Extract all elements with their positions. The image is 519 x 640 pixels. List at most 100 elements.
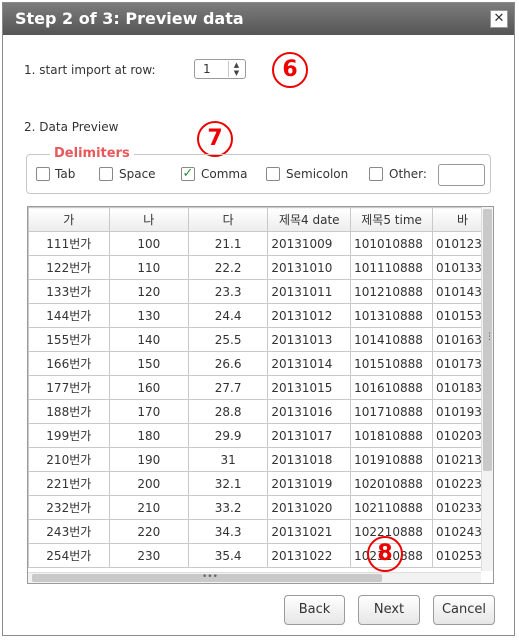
close-button[interactable]: ✕ — [490, 10, 508, 28]
spinner-up-icon[interactable]: ▲ — [229, 61, 244, 69]
table-cell: 32.1 — [187, 471, 269, 496]
callout-8: 8 — [367, 536, 403, 572]
horizontal-scrollbar[interactable]: ••• — [28, 572, 481, 583]
table-row: 232번가 210 33.2 20131020 102110888 010233 — [28, 495, 493, 520]
comma-checkbox[interactable]: ✓ — [181, 167, 195, 181]
table-cell: 130 — [108, 303, 189, 328]
data-preview-grid[interactable]: 가 나 다 제목4 date 제목5 time 바 111번가 100 21.1 2013100… — [27, 206, 494, 584]
horizontal-grip-icon: ••• — [202, 572, 218, 582]
checkmark-icon: ✓ — [182, 166, 194, 181]
table-cell: 20131010 — [267, 255, 352, 280]
table-cell: 101010888 — [350, 231, 434, 256]
table-row: 133번가 120 23.3 20131011 101210888 010143 — [28, 279, 493, 304]
table-cell: 21.1 — [187, 231, 269, 256]
table-cell: 144번가 — [28, 303, 110, 328]
table-cell: 33.2 — [187, 495, 269, 520]
table-cell: 101110888 — [350, 255, 434, 280]
table-cell: 180 — [108, 423, 189, 448]
callout-7: 7 — [197, 121, 233, 157]
table-cell: 101610888 — [350, 375, 434, 400]
table-cell: 20131016 — [267, 399, 352, 424]
table-cell: 150 — [108, 351, 189, 376]
table-cell: 232번가 — [28, 495, 110, 520]
space-label: Space — [119, 167, 156, 181]
table-cell: 20131012 — [267, 303, 352, 328]
table-cell: 20131009 — [267, 231, 352, 256]
table-cell: 20131021 — [267, 519, 352, 544]
start-row-label: 1. start import at row: — [24, 63, 156, 77]
table-cell: 101510888 — [350, 351, 434, 376]
table-cell: 23.3 — [187, 279, 269, 304]
other-label: Other: — [389, 167, 427, 181]
table-cell: 221번가 — [28, 471, 110, 496]
semicolon-checkbox[interactable] — [266, 167, 280, 181]
cancel-button[interactable]: Cancel — [433, 595, 495, 625]
data-preview-label: 2. Data Preview — [24, 120, 119, 134]
table-row: 122번가 110 22.2 20131010 101110888 010133 — [28, 255, 493, 280]
table-cell: 110 — [108, 255, 189, 280]
semicolon-label: Semicolon — [286, 167, 349, 181]
table-cell: 140 — [108, 327, 189, 352]
table-cell: 133번가 — [28, 279, 110, 304]
spinner-buttons: ▲ ▼ — [228, 61, 244, 77]
table-row: 254번가 230 35.4 20131022 102310888 010253 — [28, 543, 493, 568]
table-cell: 100 — [108, 231, 189, 256]
table-cell: 101410888 — [350, 327, 434, 352]
table-cell: 20131017 — [267, 423, 352, 448]
title-bar: Step 2 of 3: Preview data ✕ — [3, 3, 514, 35]
table-row: 155번가 140 25.5 20131013 101410888 010163 — [28, 327, 493, 352]
table-cell: 101310888 — [350, 303, 434, 328]
vertical-scrollbar[interactable]: ⋮ — [481, 207, 494, 571]
table-cell: 20131015 — [267, 375, 352, 400]
table-cell: 20131018 — [267, 447, 352, 472]
table-cell: 20131014 — [267, 351, 352, 376]
tab-checkbox[interactable] — [36, 167, 50, 181]
table-row: 243번가 220 34.3 20131021 102210888 010243 — [28, 519, 493, 544]
table-cell: 27.7 — [187, 375, 269, 400]
table-cell: 220 — [108, 519, 189, 544]
space-checkbox[interactable] — [99, 167, 113, 181]
table-cell: 28.8 — [187, 399, 269, 424]
table-cell: 102110888 — [350, 495, 434, 520]
table-cell: 155번가 — [28, 327, 110, 352]
table-cell: 210번가 — [28, 447, 110, 472]
table-cell: 101710888 — [350, 399, 434, 424]
table-cell: 200 — [108, 471, 189, 496]
next-button[interactable]: Next — [358, 595, 420, 625]
table-cell: 20131013 — [267, 327, 352, 352]
table-cell: 29.9 — [187, 423, 269, 448]
spinner-down-icon[interactable]: ▼ — [229, 69, 244, 77]
column-header[interactable]: 가 — [28, 207, 110, 232]
table-row: 199번가 180 29.9 20131017 101810888 010203 — [28, 423, 493, 448]
table-cell: 101910888 — [350, 447, 434, 472]
table-cell: 111번가 — [28, 231, 110, 256]
table-cell: 20131019 — [267, 471, 352, 496]
table-cell: 188번가 — [28, 399, 110, 424]
vertical-grip-icon: ⋮ — [485, 332, 494, 342]
table-cell: 22.2 — [187, 255, 269, 280]
table-cell: 190 — [108, 447, 189, 472]
column-header[interactable]: 다 — [187, 207, 269, 232]
table-cell: 122번가 — [28, 255, 110, 280]
table-cell: 101810888 — [350, 423, 434, 448]
table-cell: 20131020 — [267, 495, 352, 520]
table-cell: 34.3 — [187, 519, 269, 544]
dialog-title: Step 2 of 3: Preview data — [15, 9, 244, 28]
table-row: 166번가 150 26.6 20131014 101510888 010173 — [28, 351, 493, 376]
table-cell: 102010888 — [350, 471, 434, 496]
start-row-spinner[interactable]: 1 ▲ ▼ — [194, 59, 246, 79]
column-header[interactable]: 나 — [108, 207, 189, 232]
column-header[interactable]: 제목5 time — [350, 207, 434, 232]
back-button[interactable]: Back — [284, 595, 345, 625]
table-cell: 20131022 — [267, 543, 352, 568]
table-cell: 254번가 — [28, 543, 110, 568]
table-cell: 35.4 — [187, 543, 269, 568]
table-row: 210번가 190 31 20131018 101910888 010213 — [28, 447, 493, 472]
other-delimiter-input[interactable] — [438, 164, 485, 186]
column-header[interactable]: 제목4 date — [267, 207, 352, 232]
table-cell: 120 — [108, 279, 189, 304]
start-row-value[interactable]: 1 — [203, 62, 211, 76]
other-checkbox[interactable] — [369, 167, 383, 181]
table-cell: 20131011 — [267, 279, 352, 304]
table-cell: 177번가 — [28, 375, 110, 400]
